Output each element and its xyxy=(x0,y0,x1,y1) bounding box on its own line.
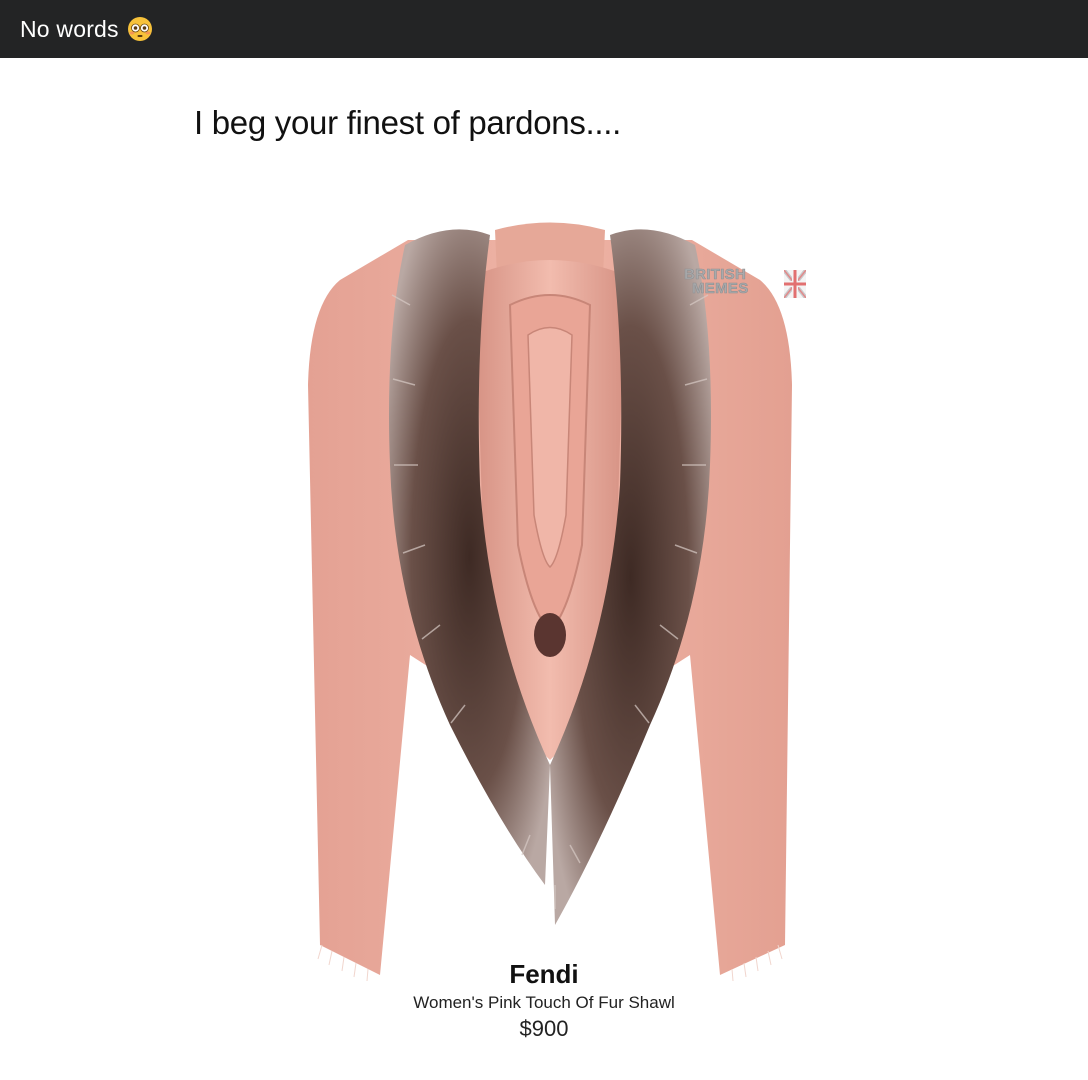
post-title: No words xyxy=(20,16,153,43)
top-bar: No words xyxy=(0,0,1088,58)
post-caption: I beg your finest of pardons.... xyxy=(194,104,621,141)
british-memes-watermark: BRITISH MEMES xyxy=(684,267,809,302)
product-price: $900 xyxy=(519,1016,569,1041)
post-title-text: No words xyxy=(20,15,119,42)
product-name: Women's Pink Touch Of Fur Shawl xyxy=(413,993,675,1012)
flushed-face-icon xyxy=(127,16,152,41)
product-brand: Fendi xyxy=(509,959,579,989)
shawl-image xyxy=(308,222,792,982)
union-jack-icon xyxy=(784,270,806,298)
